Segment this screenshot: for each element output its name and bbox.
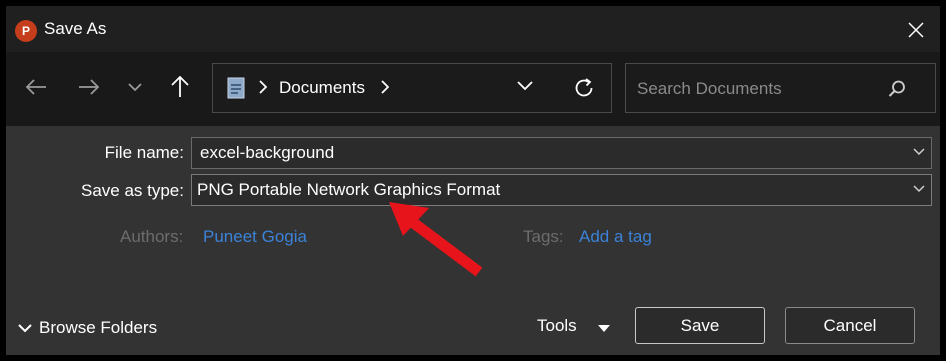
navigation-bar: Documents — [6, 52, 940, 126]
save-options-panel: File name: excel-background Save as type… — [6, 126, 940, 355]
dialog-title: Save As — [44, 19, 107, 38]
save-button[interactable]: Save — [635, 307, 765, 344]
save-as-type-select[interactable]: PNG Portable Network Graphics Format — [191, 174, 932, 206]
tags-label: Tags: — [523, 227, 564, 246]
up-button[interactable] — [161, 68, 199, 106]
forward-arrow-icon — [79, 79, 100, 95]
address-bar[interactable]: Documents — [212, 63, 612, 113]
back-button[interactable] — [17, 68, 55, 106]
search-box[interactable] — [625, 63, 936, 114]
browse-folders-button[interactable]: Browse Folders — [18, 318, 157, 338]
chevron-down-icon[interactable] — [913, 148, 925, 156]
recent-locations-button[interactable] — [116, 68, 154, 106]
close-button[interactable] — [896, 14, 936, 46]
authors-link[interactable]: Puneet Gogia — [203, 227, 307, 247]
breadcrumb-documents[interactable]: Documents — [279, 78, 365, 98]
close-icon — [908, 22, 924, 38]
cancel-button[interactable]: Cancel — [785, 307, 915, 344]
file-name-field[interactable]: excel-background — [191, 137, 932, 169]
file-name-label: File name: — [104, 143, 184, 162]
tools-menu[interactable]: Tools — [537, 316, 577, 336]
documents-folder-icon — [227, 77, 245, 99]
chevron-right-icon — [259, 80, 267, 94]
chevron-down-icon[interactable] — [913, 185, 925, 193]
address-dropdown-icon[interactable] — [517, 81, 533, 91]
back-arrow-icon — [25, 79, 46, 95]
search-input[interactable] — [626, 64, 889, 114]
refresh-icon[interactable] — [573, 77, 595, 99]
caret-down-icon[interactable] — [598, 325, 610, 332]
chevron-right-icon[interactable] — [381, 80, 389, 94]
powerpoint-app-icon: P — [15, 20, 37, 42]
forward-button[interactable] — [70, 68, 108, 106]
title-bar: P Save As — [6, 6, 940, 52]
annotation-arrow-icon — [389, 202, 483, 277]
file-name-value[interactable]: excel-background — [200, 143, 334, 163]
up-arrow-icon — [171, 76, 189, 97]
chevron-down-icon — [128, 82, 142, 91]
browse-folders-label: Browse Folders — [39, 318, 158, 337]
save-as-dialog: P Save As Documents Search Documents Fil… — [6, 6, 940, 355]
chevron-down-icon — [18, 323, 32, 332]
save-as-type-label: Save as type: — [80, 181, 184, 200]
add-tag-link[interactable]: Add a tag — [579, 227, 652, 247]
search-icon[interactable] — [888, 80, 906, 98]
authors-label: Authors: — [120, 227, 184, 246]
